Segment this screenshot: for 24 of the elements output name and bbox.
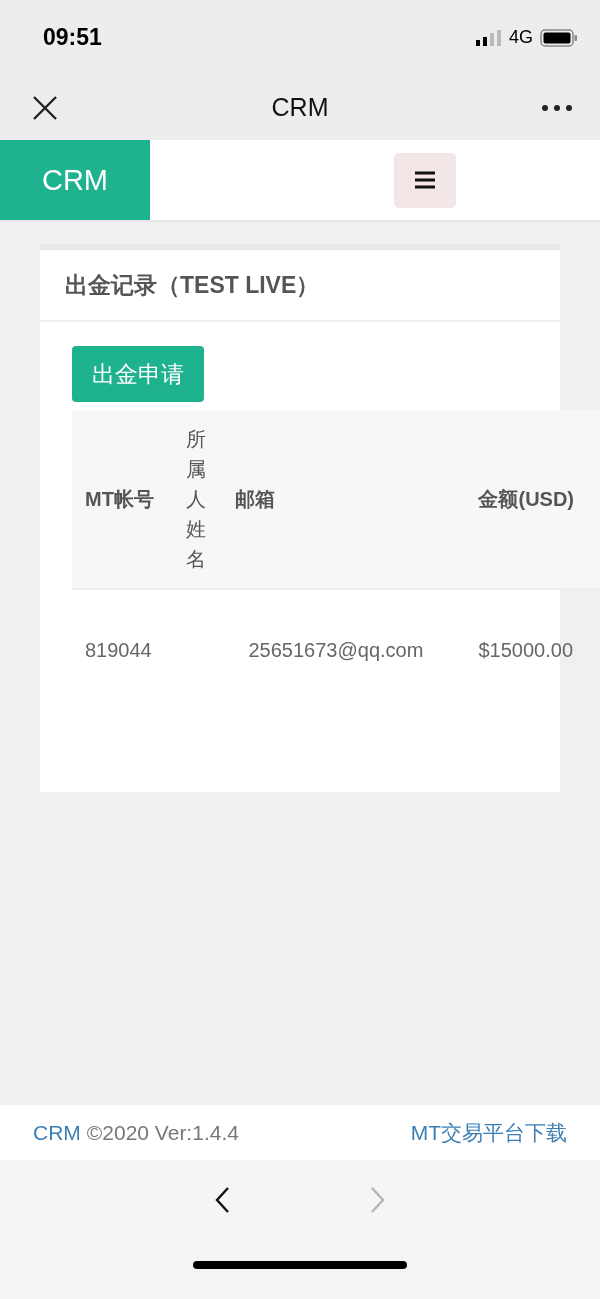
column-header: 邮箱: [222, 410, 466, 589]
brand-link[interactable]: CRM: [33, 1120, 81, 1145]
battery-icon: [540, 28, 578, 47]
page-title: CRM: [271, 93, 329, 122]
column-header: 所属人姓名: [186, 427, 207, 572]
brand-logo[interactable]: CRM: [0, 140, 150, 220]
signal-icon: [476, 29, 502, 46]
status-time: 09:51: [43, 24, 102, 51]
table-cell: 25651673@qq.com: [222, 589, 466, 710]
copyright-text: ©2020 Ver:1.4.4: [86, 1120, 239, 1145]
close-icon[interactable]: [32, 94, 58, 121]
table-cell: $15000.00: [465, 589, 600, 710]
menu-button[interactable]: [394, 152, 456, 208]
card-title: 出金记录（TEST LIVE）: [65, 270, 320, 300]
column-header: 金额(USD): [465, 410, 600, 589]
network-label: 4G: [509, 27, 533, 48]
menu-icon: [415, 171, 435, 189]
more-icon[interactable]: [542, 104, 572, 111]
table-cell: 819044: [72, 589, 174, 710]
chevron-left-icon: [214, 1186, 231, 1214]
withdraw-request-button[interactable]: 出金申请: [72, 346, 204, 402]
chevron-right-icon: [369, 1186, 386, 1214]
download-link[interactable]: MT交易平台下载: [410, 1118, 567, 1147]
column-header: MT帐号: [72, 410, 174, 589]
